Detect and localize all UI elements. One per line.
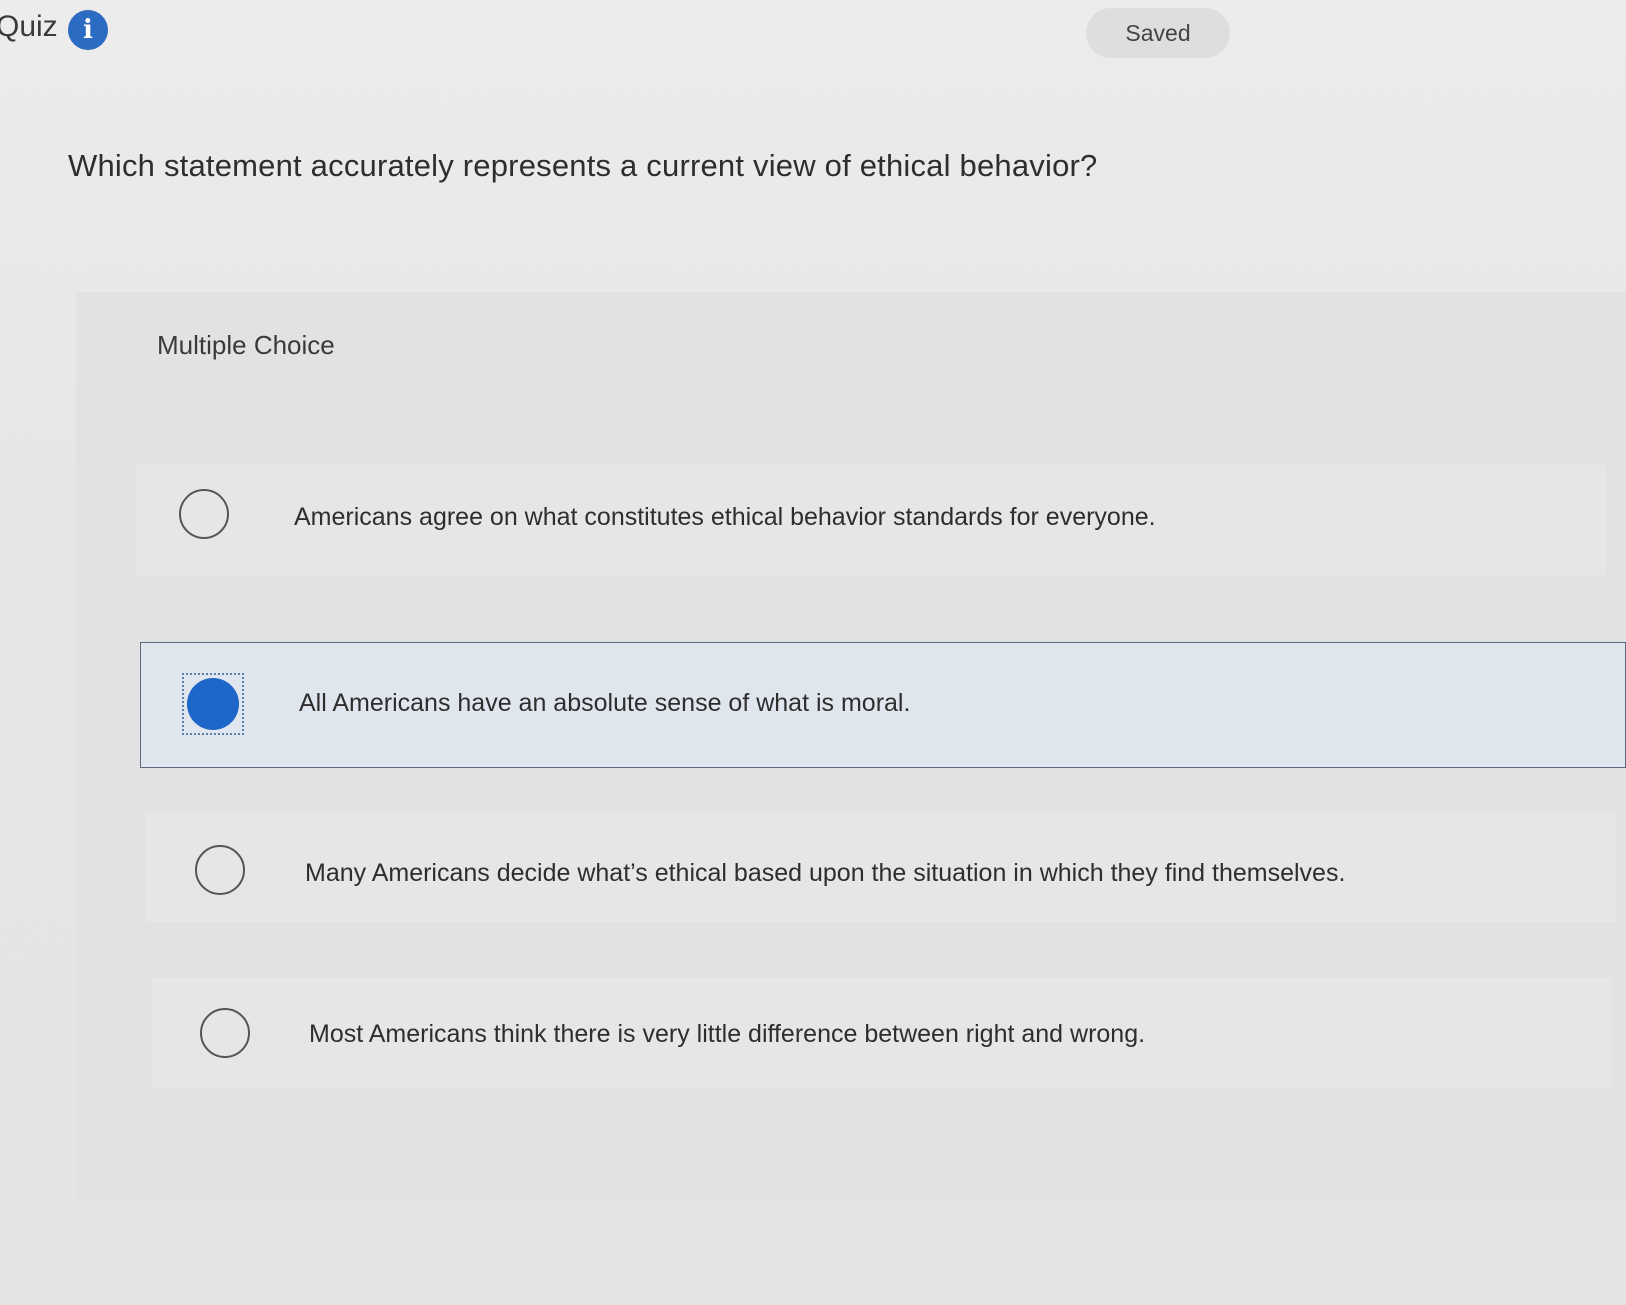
answer-option-1[interactable]: Americans agree on what constitutes ethi… (136, 465, 1606, 575)
question-text: Which statement accurately represents a … (68, 148, 1098, 183)
answer-option-label: Most Americans think there is very littl… (309, 1020, 1146, 1048)
page-title: Quiz (0, 10, 58, 43)
radio-button-4[interactable] (200, 1008, 250, 1058)
answer-option-3[interactable]: Many Americans decide what’s ethical bas… (146, 812, 1616, 922)
radio-button-3[interactable] (195, 845, 245, 895)
answer-option-4[interactable]: Most Americans think there is very littl… (152, 978, 1612, 1088)
answer-option-2[interactable]: All Americans have an absolute sense of … (140, 642, 1626, 768)
saved-status-badge: Saved (1086, 8, 1230, 58)
radio-button-2-selected[interactable] (187, 678, 239, 730)
answer-option-label: Many Americans decide what’s ethical bas… (305, 859, 1346, 887)
question-type-label: Multiple Choice (157, 330, 335, 360)
answer-option-label: All Americans have an absolute sense of … (299, 689, 911, 717)
radio-button-1[interactable] (179, 489, 229, 539)
quiz-header: Quiz i Saved (0, 0, 1626, 70)
info-icon[interactable]: i (68, 10, 108, 50)
answer-option-label: Americans agree on what constitutes ethi… (294, 503, 1156, 531)
